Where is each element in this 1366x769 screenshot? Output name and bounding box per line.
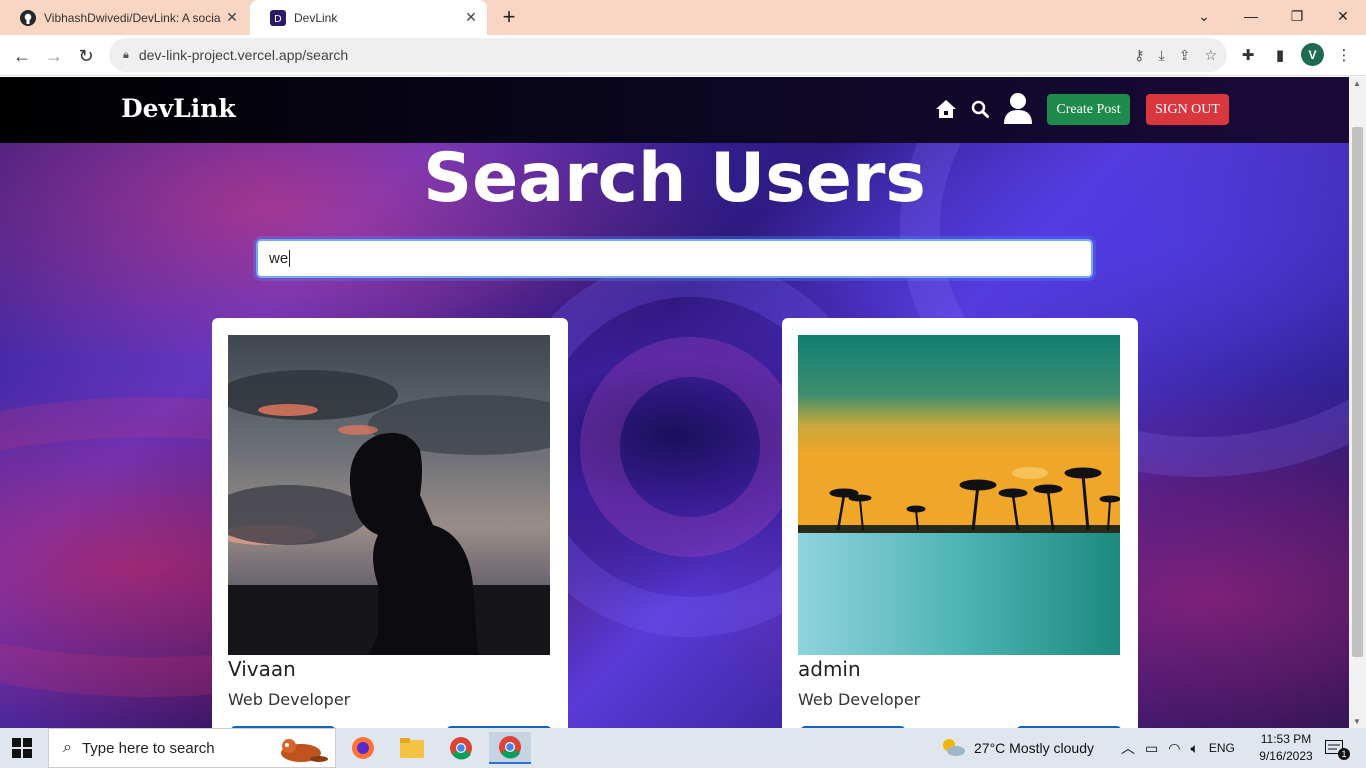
new-tab-button[interactable]: + bbox=[497, 4, 521, 29]
user-photo-silhouette bbox=[228, 335, 550, 655]
chrome-active-icon[interactable] bbox=[489, 732, 531, 764]
devlink-favicon: D bbox=[270, 9, 286, 26]
page-scrollbar[interactable]: ▲ ▼ bbox=[1349, 77, 1366, 728]
side-panel-icon[interactable]: ▮ bbox=[1270, 43, 1290, 67]
show-hidden-icons-chevron-icon[interactable]: ︿ bbox=[1121, 738, 1135, 758]
share-icon[interactable]: ⇪ bbox=[1179, 47, 1191, 64]
home-icon[interactable] bbox=[934, 97, 958, 121]
windows-taskbar: ⌕ Type here to search 27°C Mostly cloudy… bbox=[0, 728, 1366, 768]
user-profile-icon[interactable] bbox=[1003, 91, 1033, 125]
extensions-icon[interactable]: ✚ bbox=[1238, 43, 1258, 67]
firefox-icon[interactable] bbox=[342, 732, 384, 764]
taskbar-search-placeholder: Type here to search bbox=[81, 739, 215, 757]
scroll-down-arrow-icon[interactable]: ▼ bbox=[1353, 717, 1361, 726]
bookmark-star-icon[interactable]: ☆ bbox=[1204, 47, 1217, 64]
close-tab-icon[interactable]: ✕ bbox=[461, 8, 481, 28]
user-role: Web Developer bbox=[798, 690, 921, 709]
system-tray: ︿ ▭ ◠ 🔈︎ ENG bbox=[1121, 728, 1235, 768]
profile-avatar[interactable]: V bbox=[1301, 43, 1324, 66]
scrollbar-thumb[interactable] bbox=[1352, 127, 1363, 657]
forward-button[interactable]: → bbox=[41, 43, 67, 69]
page-title: Search Users bbox=[423, 139, 926, 218]
app-navbar: DevLink Create Post SIGN OUT bbox=[0, 77, 1349, 143]
key-icon[interactable]: ⚷ bbox=[1134, 47, 1144, 64]
search-icon[interactable] bbox=[968, 97, 992, 121]
battery-icon[interactable]: ▭ bbox=[1145, 740, 1158, 757]
red-panda-icon bbox=[271, 733, 329, 769]
url-text: dev-link-project.vercel.app/search bbox=[138, 47, 349, 63]
install-icon[interactable]: ⤓ bbox=[1159, 47, 1165, 64]
volume-icon[interactable]: 🔈︎ bbox=[1190, 740, 1198, 757]
address-bar[interactable]: 🔒︎ dev-link-project.vercel.app/search ⚷ … bbox=[109, 38, 1227, 72]
language-indicator[interactable]: ENG bbox=[1209, 741, 1235, 755]
weather-widget[interactable]: 27°C Mostly cloudy bbox=[940, 728, 1094, 768]
user-name[interactable]: Vivaan bbox=[228, 657, 296, 681]
browser-menu-icon[interactable]: ⋮ bbox=[1334, 43, 1354, 67]
restore-button[interactable]: ❐ bbox=[1274, 0, 1320, 32]
page-viewport: DevLink Create Post SIGN OUT Search User… bbox=[0, 77, 1349, 728]
tab-search-chevron-icon[interactable]: ⌄ bbox=[1181, 0, 1227, 32]
user-role: Web Developer bbox=[228, 690, 351, 709]
github-icon bbox=[20, 9, 36, 26]
taskbar-clock[interactable]: 11:53 PM 9/16/2023 bbox=[1253, 731, 1319, 765]
browser-toolbar: ← → ↻ 🔒︎ dev-link-project.vercel.app/sea… bbox=[0, 35, 1366, 76]
create-post-button[interactable]: Create Post bbox=[1047, 94, 1130, 125]
tab-title: VibhashDwivedi/DevLink: A socia bbox=[44, 10, 221, 25]
cloudy-weather-icon bbox=[940, 737, 966, 760]
svg-text:D: D bbox=[274, 14, 282, 25]
user-name[interactable]: admin bbox=[798, 657, 861, 681]
back-button[interactable]: ← bbox=[9, 43, 35, 69]
sign-out-button[interactable]: SIGN OUT bbox=[1146, 94, 1229, 125]
windows-start-icon[interactable] bbox=[12, 738, 32, 758]
user-photo-beach bbox=[798, 335, 1120, 655]
user-card: admin Web Developer bbox=[782, 318, 1138, 728]
user-card: Vivaan Web Developer bbox=[212, 318, 568, 728]
clock-time: 11:53 PM bbox=[1260, 732, 1312, 746]
lock-icon: 🔒︎ bbox=[123, 48, 129, 61]
reload-button[interactable]: ↻ bbox=[73, 43, 99, 69]
clock-date: 9/16/2023 bbox=[1259, 749, 1313, 763]
search-icon: ⌕ bbox=[63, 739, 72, 756]
notification-count: 1 bbox=[1338, 748, 1350, 760]
notification-center-icon[interactable]: 1 bbox=[1325, 728, 1350, 768]
search-users-input[interactable]: we bbox=[256, 239, 1093, 278]
tab-devlink[interactable]: D DevLink ✕ bbox=[250, 0, 487, 35]
taskbar-search-box[interactable]: ⌕ Type here to search bbox=[48, 728, 336, 768]
brand-logo[interactable]: DevLink bbox=[121, 94, 236, 123]
file-explorer-icon[interactable] bbox=[391, 732, 433, 764]
close-window-button[interactable]: ✕ bbox=[1320, 0, 1366, 32]
weather-text: 27°C Mostly cloudy bbox=[974, 740, 1094, 756]
search-input-value: we bbox=[269, 250, 289, 267]
browser-tab-strip: VibhashDwivedi/DevLink: A socia ✕ D DevL… bbox=[0, 0, 1366, 35]
close-tab-icon[interactable]: ✕ bbox=[222, 8, 242, 28]
scroll-up-arrow-icon[interactable]: ▲ bbox=[1353, 79, 1361, 88]
wifi-icon[interactable]: ◠ bbox=[1168, 740, 1180, 757]
chrome-icon[interactable] bbox=[440, 732, 482, 764]
tab-github[interactable]: VibhashDwivedi/DevLink: A socia ✕ bbox=[0, 0, 248, 35]
minimize-button[interactable]: — bbox=[1228, 0, 1274, 32]
tab-title: DevLink bbox=[294, 10, 338, 25]
